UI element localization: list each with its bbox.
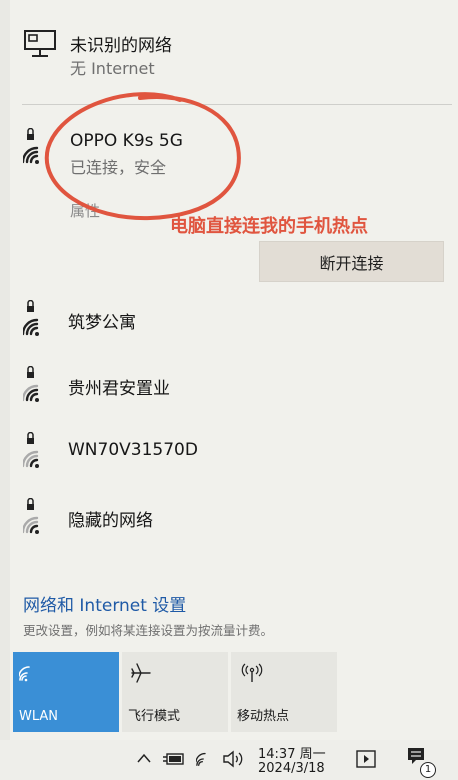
network-item[interactable]: 贵州君安置业 xyxy=(10,356,458,422)
wifi-secured-icon xyxy=(23,498,39,534)
network-flyout: 未识别的网络 无 Internet OPPO K9s 5G 已连接，安全 属性 … xyxy=(10,0,458,740)
settings-hint: 更改设置，例如将某连接设置为按流量计费。 xyxy=(23,623,274,638)
taskbar: 14:37 周一 2024/3/18 1 xyxy=(0,740,458,780)
network-settings-link[interactable]: 网络和 Internet 设置 xyxy=(23,591,186,616)
wifi-secured-icon xyxy=(23,366,39,402)
chevron-up-icon[interactable] xyxy=(136,752,152,764)
airplane-mode-toggle[interactable]: 飞行模式 xyxy=(122,652,228,732)
battery-plug-icon[interactable] xyxy=(163,751,185,767)
network-name: 贵州君安置业 xyxy=(68,379,170,399)
wlan-toggle[interactable]: WLAN xyxy=(13,652,119,732)
annotation-text: 电脑直接连我的手机热点 xyxy=(170,216,368,237)
disconnect-button[interactable]: 断开连接 xyxy=(259,241,444,282)
tile-label: 飞行模式 xyxy=(128,709,181,724)
ethernet-monitor-icon xyxy=(24,30,56,57)
network-item-unknown[interactable]: 未识别的网络 无 Internet xyxy=(10,0,458,100)
tile-label: WLAN xyxy=(19,709,59,724)
wifi-secured-icon xyxy=(23,432,39,468)
annotation-circle xyxy=(44,92,241,221)
network-status: 无 Internet xyxy=(70,59,155,78)
notification-badge: 1 xyxy=(420,762,436,778)
network-name: WN70V31570D xyxy=(68,440,198,460)
network-tray-icon[interactable] xyxy=(196,750,214,768)
mobile-hotspot-toggle[interactable]: 移动热点 xyxy=(231,652,337,732)
network-name: 筑梦公寓 xyxy=(68,313,136,333)
volume-icon[interactable] xyxy=(222,750,244,768)
network-name: 未识别的网络 xyxy=(70,36,172,56)
show-desktop-icon[interactable] xyxy=(356,750,376,768)
tile-label: 移动热点 xyxy=(237,709,290,724)
wifi-icon xyxy=(19,666,30,682)
hotspot-icon xyxy=(241,663,263,682)
network-item[interactable]: 隐藏的网络 xyxy=(10,488,458,554)
airplane-icon xyxy=(131,663,151,683)
clock-date[interactable]: 2024/3/18 xyxy=(258,761,325,776)
network-item[interactable]: 筑梦公寓 xyxy=(10,290,458,356)
network-item[interactable]: WN70V31570D xyxy=(10,422,458,488)
wifi-secured-icon xyxy=(23,300,39,336)
network-name: 隐藏的网络 xyxy=(68,511,153,531)
clock-time[interactable]: 14:37 周一 xyxy=(258,743,326,762)
